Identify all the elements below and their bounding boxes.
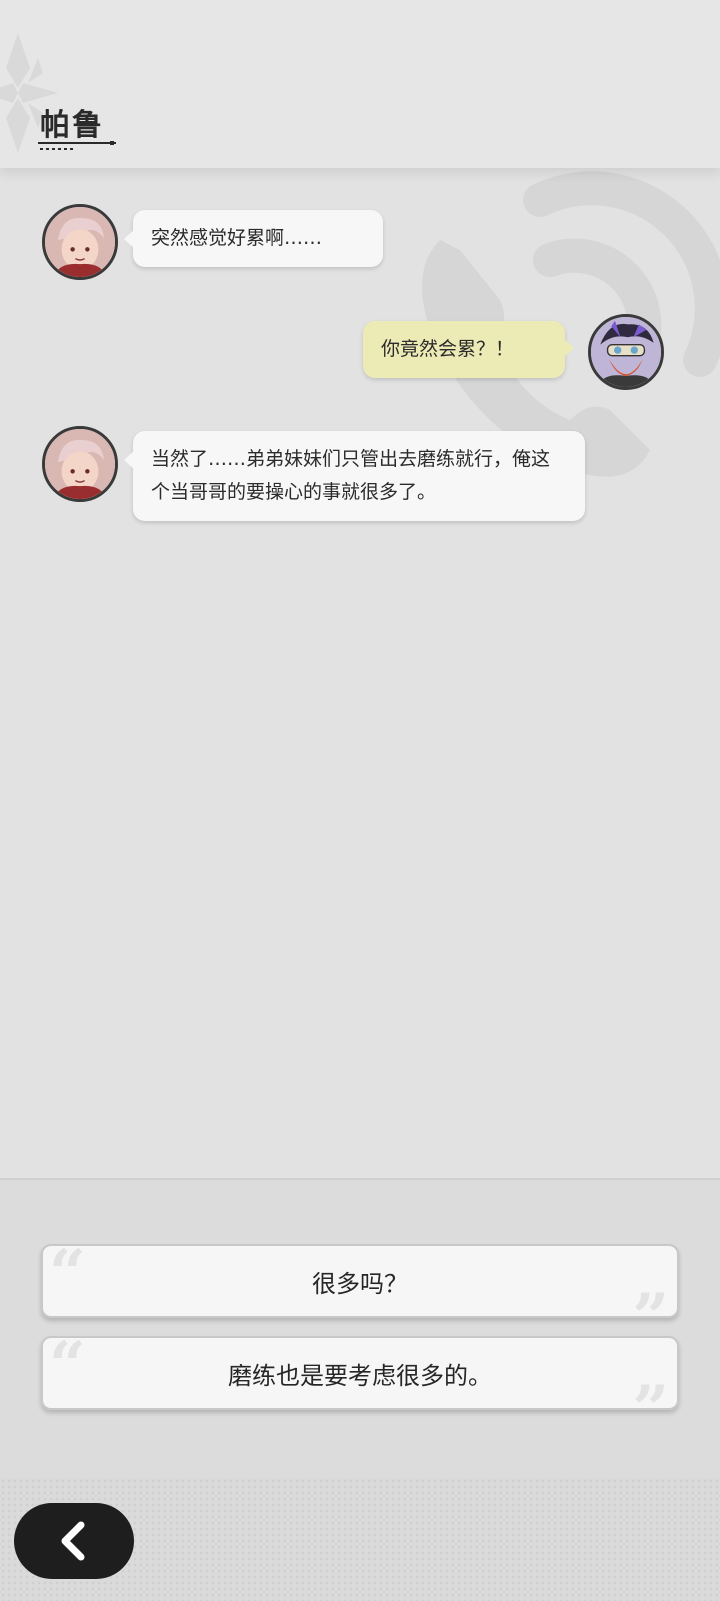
message-text: 当然了……弟弟妹妹们只管出去磨练就行，俺这个当哥哥的要操心的事就很多了。 <box>151 448 551 503</box>
contact-avatar-icon <box>45 429 115 499</box>
open-quote-icon: “ <box>49 1328 86 1403</box>
open-quote-icon: “ <box>49 1236 86 1311</box>
contact-avatar-icon <box>45 207 115 277</box>
name-dot-end <box>110 141 114 145</box>
player-avatar-icon <box>591 317 661 387</box>
chat-screen: 帕鲁 突然感觉好累啊…… 你竟然会累？！ 当然了……弟弟妹妹们只管出去磨练就行，… <box>0 0 720 1601</box>
message-text: 你竟然会累？！ <box>381 338 515 360</box>
close-quote-icon: ” <box>632 1372 669 1447</box>
message-bubble-contact: 突然感觉好累啊…… <box>124 210 383 267</box>
message-bubble-player: 你竟然会累？！ <box>363 321 574 378</box>
message-text: 突然感觉好累啊…… <box>151 227 323 249</box>
chat-header: 帕鲁 <box>0 0 720 168</box>
reply-option-label: 很多吗？ <box>312 1269 408 1298</box>
reply-option-2[interactable]: “ 磨练也是要考虑很多的。 ” <box>41 1328 679 1442</box>
contact-avatar <box>42 426 118 502</box>
footer-bar <box>0 1478 720 1601</box>
reply-option-label: 磨练也是要考虑很多的。 <box>228 1361 492 1390</box>
reply-options: “ 很多吗？ ” “ 磨练也是要考虑很多的。 ” <box>0 1178 720 1478</box>
contact-avatar <box>42 204 118 280</box>
back-button[interactable] <box>14 1503 134 1579</box>
contact-name: 帕鲁 <box>40 108 104 143</box>
name-underline <box>38 142 116 144</box>
reply-option-1[interactable]: “ 很多吗？ ” <box>41 1236 679 1350</box>
chevron-left-icon <box>61 1521 85 1561</box>
message-bubble-contact: 当然了……弟弟妹妹们只管出去磨练就行，俺这个当哥哥的要操心的事就很多了。 <box>124 431 585 521</box>
player-avatar <box>588 314 664 390</box>
name-dots <box>40 148 74 150</box>
message-list: 突然感觉好累啊…… 你竟然会累？！ 当然了……弟弟妹妹们只管出去磨练就行，俺这个… <box>0 168 720 1178</box>
